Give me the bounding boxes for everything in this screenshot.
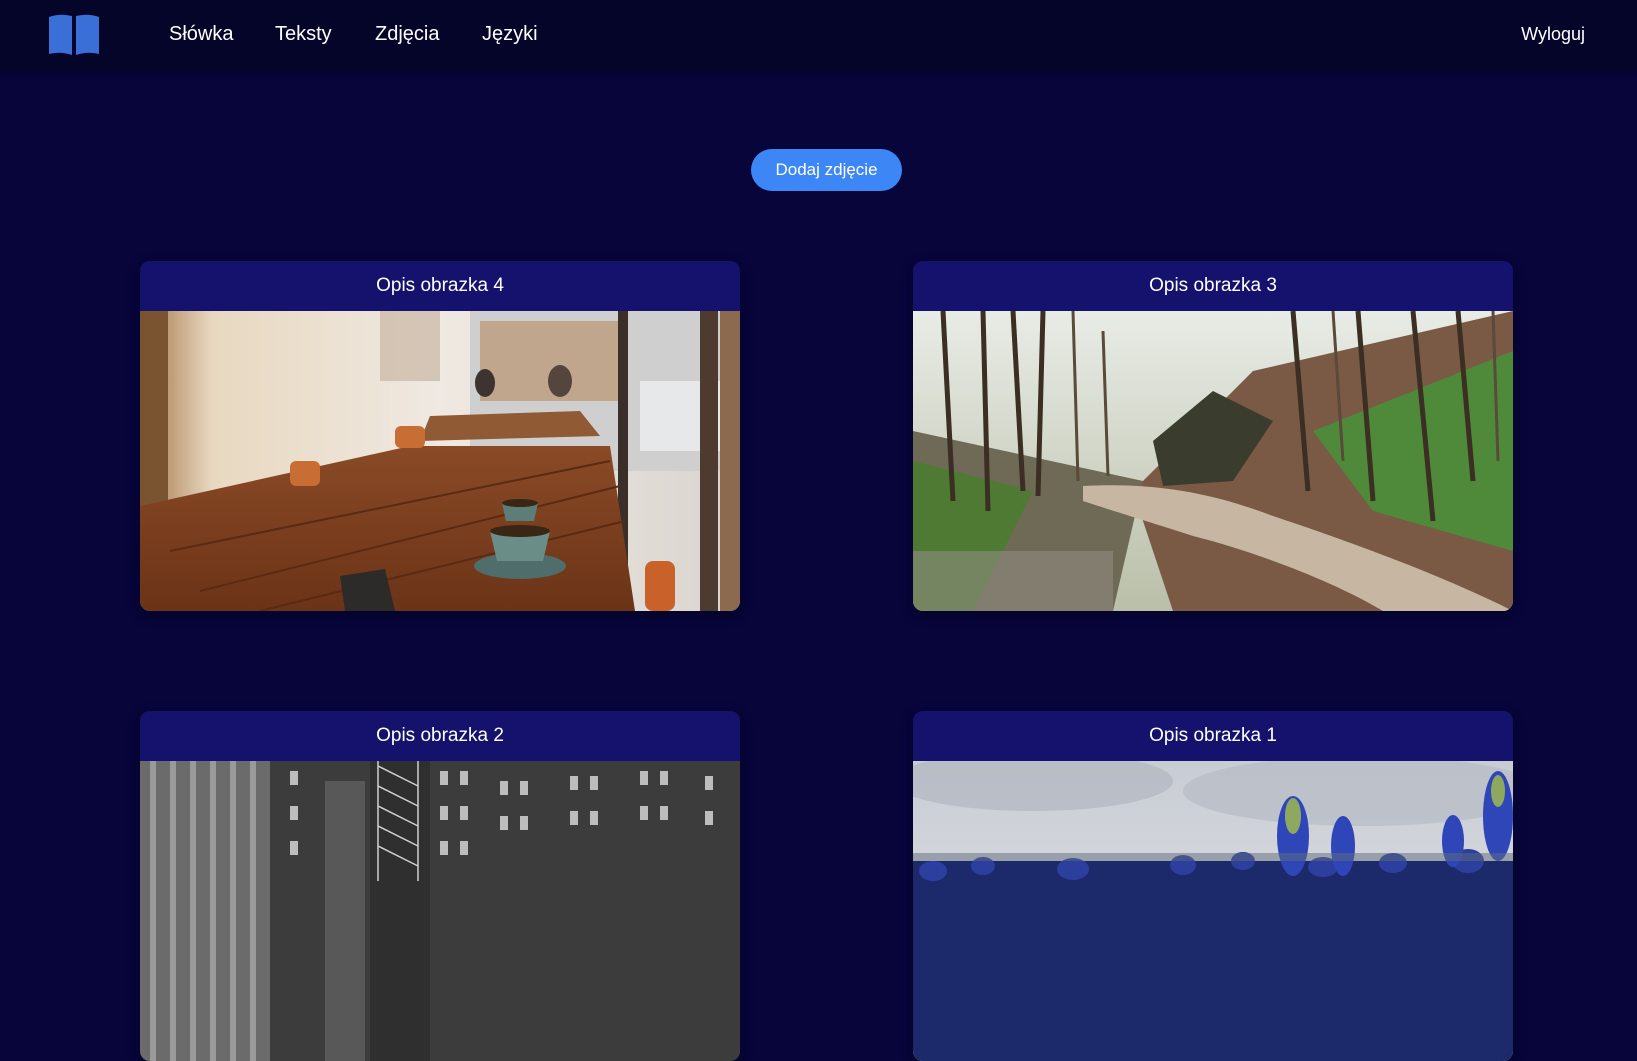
photo-cafe-image[interactable] — [140, 311, 740, 611]
nav-link-jezyki[interactable]: Języki — [482, 22, 538, 46]
open-book-icon[interactable] — [48, 13, 100, 55]
photo-flowers-image[interactable] — [913, 761, 1513, 1061]
photo-forest-road-image[interactable] — [913, 311, 1513, 611]
photo-card-title: Opis obrazka 2 — [140, 711, 740, 761]
photo-card-title: Opis obrazka 1 — [913, 711, 1513, 761]
nav-link-teksty[interactable]: Teksty — [275, 22, 332, 46]
photo-building-image[interactable] — [140, 761, 740, 1061]
top-navbar: Słówka Teksty Zdjęcia Języki Wyloguj — [0, 0, 1637, 70]
photo-card[interactable]: Opis obrazka 1 — [913, 711, 1513, 1061]
photo-card-title: Opis obrazka 4 — [140, 261, 740, 311]
add-photo-button[interactable]: Dodaj zdjęcie — [751, 149, 902, 191]
nav-link-zdjecia[interactable]: Zdjęcia — [375, 22, 439, 46]
logout-link[interactable]: Wyloguj — [1521, 22, 1585, 46]
photo-card[interactable]: Opis obrazka 4 — [140, 261, 740, 611]
photo-card-title: Opis obrazka 3 — [913, 261, 1513, 311]
photo-card[interactable]: Opis obrazka 3 — [913, 261, 1513, 611]
nav-link-slowka[interactable]: Słówka — [169, 22, 233, 46]
photo-card[interactable]: Opis obrazka 2 — [140, 711, 740, 1061]
